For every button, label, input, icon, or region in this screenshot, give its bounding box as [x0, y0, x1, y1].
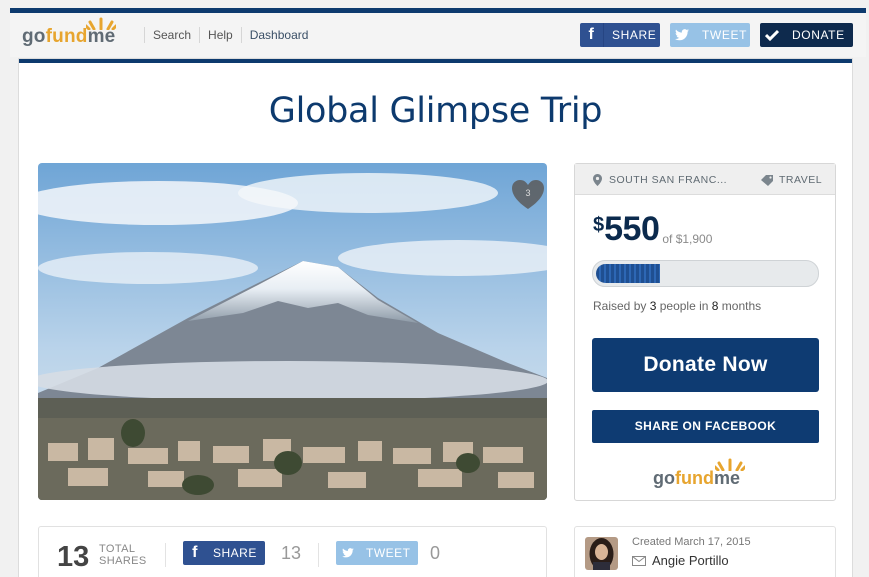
location-text: SOUTH SAN FRANC...: [609, 174, 728, 186]
facebook-icon: f: [580, 23, 604, 47]
nav-help-link[interactable]: Help: [199, 27, 241, 43]
total-label-line2: SHARES: [99, 555, 147, 567]
campaign-category[interactable]: TRAVEL: [761, 174, 822, 186]
main-nav: Search Help Dashboard: [144, 27, 316, 43]
checkmark-icon: [760, 23, 784, 47]
envelope-icon: [632, 555, 646, 566]
progress-bar: [592, 260, 819, 287]
campaign-photo[interactable]: 3: [38, 163, 547, 500]
twitter-icon: [336, 548, 360, 558]
footer-logo-me: me: [713, 468, 740, 488]
mountain-landscape-image: [38, 163, 547, 500]
campaign-title: Global Glimpse Trip: [268, 91, 603, 131]
heart-count: 3: [525, 188, 531, 198]
header-donate-label: DONATE: [792, 28, 845, 42]
creator-panel: Created March 17, 2015 Angie Portillo: [574, 526, 836, 577]
raised-by-prefix: Raised by: [593, 299, 650, 313]
facebook-share-label: SHARE: [213, 546, 257, 560]
category-text: TRAVEL: [779, 174, 823, 186]
campaign-card: Global Glimpse Trip 3 SOUTH SAN FRANC...…: [18, 58, 853, 577]
facebook-icon: f: [192, 544, 198, 561]
raised-by-middle: people in: [656, 299, 712, 313]
header-share-label: SHARE: [612, 28, 657, 42]
logo-sun-rays-icon: [715, 458, 745, 471]
nav-search-link[interactable]: Search: [144, 27, 199, 43]
tweet-button[interactable]: TWEET: [336, 541, 418, 565]
avatar[interactable]: [585, 537, 618, 570]
creator-name-text: Angie Portillo: [652, 553, 729, 568]
header-share-button[interactable]: f SHARE: [580, 23, 660, 47]
footer-logo-fund: fund: [675, 468, 714, 488]
created-date: Created March 17, 2015: [632, 536, 751, 548]
location-pin-icon: [593, 174, 602, 186]
logo-sun-rays-icon: [86, 17, 116, 30]
divider: [165, 543, 166, 567]
facebook-share-button[interactable]: f SHARE: [183, 541, 265, 565]
share-stats-panel: 13 TOTAL SHARES f SHARE 13 TWEET 0: [38, 526, 547, 577]
raised-by-suffix: months: [718, 299, 762, 313]
tweet-count: 0: [430, 543, 441, 563]
header-tweet-button[interactable]: TWEET: [670, 23, 750, 47]
currency-symbol: $: [593, 214, 605, 236]
gofundme-footer-logo[interactable]: gofundme: [653, 458, 745, 489]
donate-now-button[interactable]: Donate Now: [592, 338, 819, 392]
top-navigation-bar: gofundme Search Help Dashboard f SHARE T…: [10, 13, 866, 57]
nav-dashboard-link[interactable]: Dashboard: [240, 27, 317, 43]
header-tweet-label: TWEET: [702, 28, 747, 42]
twitter-icon: [670, 23, 694, 47]
facebook-share-count: 13: [281, 543, 302, 563]
raised-by-text: Raised by 3 people in 8 months: [593, 299, 761, 313]
amount-raised: $ 550 of $1,900: [593, 210, 712, 249]
logo-go: go: [22, 26, 46, 47]
logo-fund: fund: [45, 26, 88, 47]
sidebar-meta-header: SOUTH SAN FRANC... TRAVEL: [575, 164, 835, 195]
header-donate-button[interactable]: DONATE: [760, 23, 853, 47]
total-shares-label: TOTAL SHARES: [99, 543, 147, 567]
footer-logo-go: go: [653, 468, 675, 488]
progress-bar-fill: [596, 264, 660, 283]
raised-amount: 550: [604, 210, 660, 248]
gofundme-logo[interactable]: gofundme: [22, 17, 116, 47]
goal-amount: of $1,900: [662, 232, 713, 246]
campaign-location[interactable]: SOUTH SAN FRANC...: [593, 174, 727, 186]
divider: [318, 543, 319, 567]
total-label-line1: TOTAL: [99, 543, 136, 555]
share-on-facebook-button[interactable]: SHARE ON FACEBOOK: [592, 410, 819, 443]
total-shares-count: 13: [57, 541, 90, 573]
favorite-heart-button[interactable]: 3: [510, 177, 546, 213]
donation-sidebar: SOUTH SAN FRANC... TRAVEL $ 550 of $1,90…: [574, 163, 836, 501]
card-top-stripe: [19, 59, 852, 63]
tag-icon: [761, 174, 773, 186]
tweet-label: TWEET: [366, 546, 411, 560]
creator-name[interactable]: Angie Portillo: [632, 553, 729, 568]
